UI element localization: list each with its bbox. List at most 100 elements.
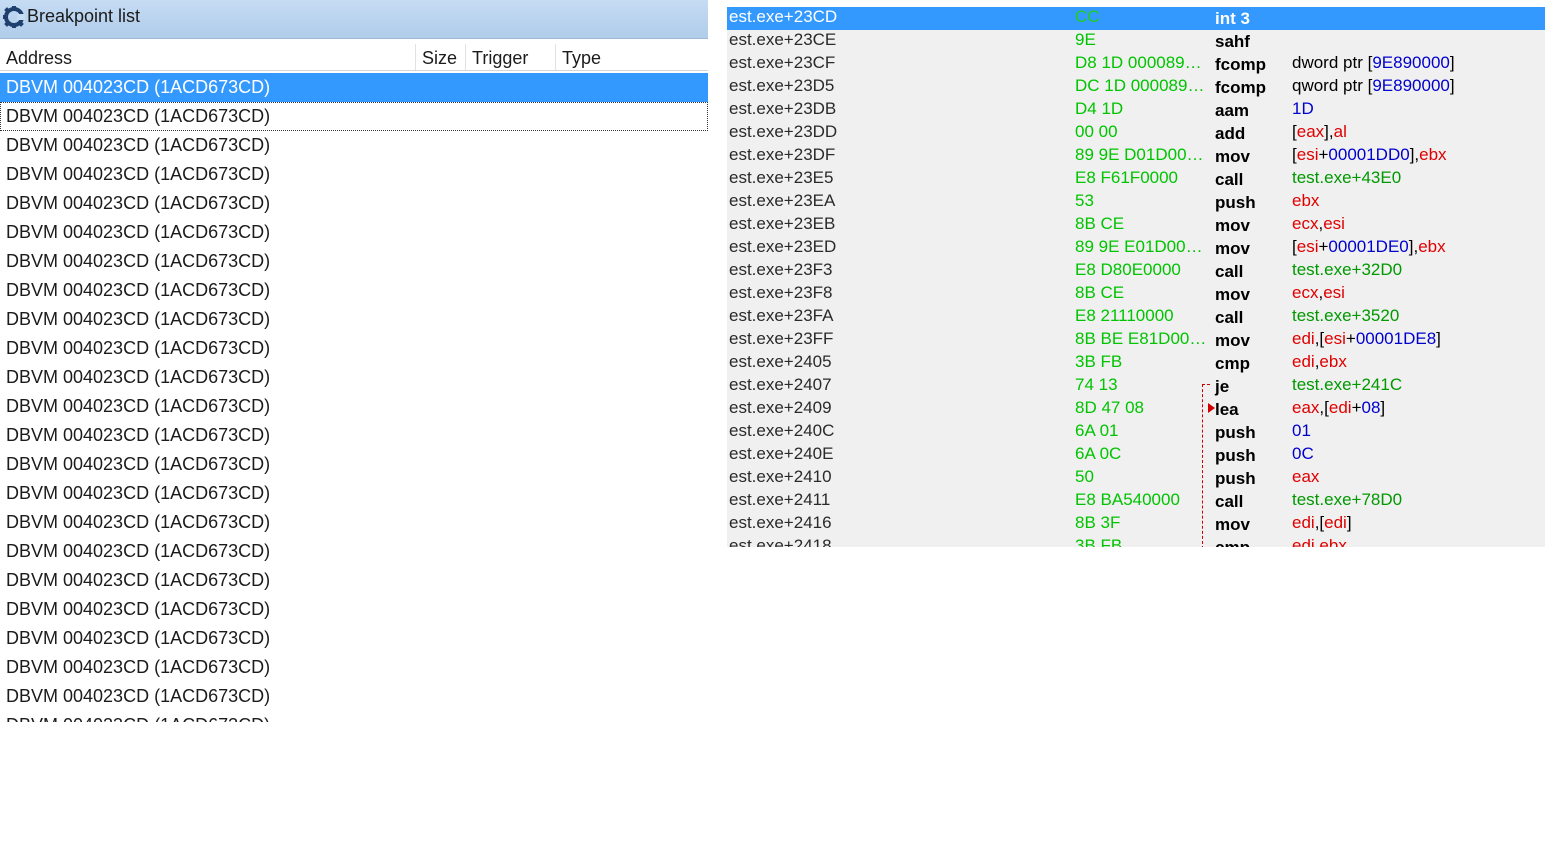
disassembly-row[interactable]: est.exe+23F8 8B CE mov ecx,esi [727,283,1545,306]
breakpoint-row[interactable]: DBVM 004023CD (1ACD673CD) [0,334,708,363]
breakpoint-row[interactable]: DBVM 004023CD (1ACD673CD) [0,73,708,102]
instruction-opcode: int 3 [1215,9,1250,28]
instruction-address: est.exe+23DB [729,99,837,118]
breakpoint-row[interactable]: DBVM 004023CD (1ACD673CD) [0,566,708,595]
operand-token: ebx [1418,237,1446,256]
breakpoint-row[interactable]: DBVM 004023CD (1ACD673CD) [0,450,708,479]
breakpoint-row[interactable]: DBVM 004023CD (1ACD673CD) [0,595,708,624]
column-header-size[interactable]: Size [415,44,465,70]
breakpoint-row[interactable]: DBVM 004023CD (1ACD673CD) [0,160,708,189]
disassembly-row[interactable]: est.exe+2407 74 13 je test.exe+241C [727,375,1545,398]
operand-token: 00001DE8 [1355,329,1437,348]
operand-token: 00001DD0 [1328,145,1410,164]
instruction-opcode: push [1215,423,1256,442]
instruction-address: est.exe+2411 [729,490,831,509]
breakpoint-row[interactable]: DBVM 004023CD (1ACD673CD) [0,421,708,450]
operand-token: qword ptr [1292,76,1368,95]
disassembly-row[interactable]: est.exe+23F3 E8 D80E0000 call test.exe+32D0 [727,260,1545,283]
instruction-operands: edi,ebx [1292,352,1347,372]
operand-token: ] [1436,329,1441,348]
operand-token: 9E890000 [1372,53,1450,72]
operand-token: ecx [1292,214,1319,233]
breakpoint-list-window: Breakpoint list Address Size Trigger Typ… [0,0,708,722]
disassembly-row[interactable]: est.exe+23DD 00 00 add [eax],al [727,122,1545,145]
instruction-opcode: add [1215,124,1246,143]
instruction-address: est.exe+23EA [729,191,836,210]
instruction-address: est.exe+2418 [729,536,832,547]
instruction-opcode: call [1215,170,1244,189]
disassembly-row[interactable]: est.exe+23FA E8 21110000 call test.exe+3520 [727,306,1545,329]
instruction-bytes: CC [1075,7,1100,26]
column-header-address[interactable]: Address [0,44,415,70]
instruction-opcode: cmp [1215,354,1250,373]
instruction-bytes: E8 D80E0000 [1075,260,1181,279]
disassembly-row[interactable]: est.exe+23FF 8B BE E81D00… mov edi,[esi+000… [727,329,1545,352]
column-header-type[interactable]: Type [555,44,708,70]
instruction-opcode: call [1215,308,1244,327]
disassembly-row[interactable]: est.exe+2405 3B FB cmp edi,ebx [727,352,1545,375]
breakpoint-list[interactable]: DBVM 004023CD (1ACD673CD) DBVM 004023CD (… [0,73,708,722]
disassembly-row[interactable]: est.exe+2410 50 push eax [727,467,1545,490]
instruction-bytes: 50 [1075,467,1094,486]
breakpoint-row[interactable]: DBVM 004023CD (1ACD673CD) [0,508,708,537]
jump-arrow-icon [1208,403,1215,413]
disassembly-row[interactable]: est.exe+2411 E8 BA540000 call test.exe+78D0 [727,490,1545,513]
column-header-trigger[interactable]: Trigger [465,44,555,70]
instruction-operands: 01 [1292,421,1311,441]
instruction-address: est.exe+23F8 [729,283,833,302]
breakpoint-row[interactable]: DBVM 004023CD (1ACD673CD) [0,479,708,508]
operand-token: esi [1323,214,1345,233]
disassembly-row[interactable]: est.exe+23EB 8B CE mov ecx,esi [727,214,1545,237]
window-titlebar[interactable]: Breakpoint list [0,0,708,39]
instruction-opcode: mov [1215,239,1250,258]
instruction-opcode: mov [1215,216,1250,235]
disassembly-row[interactable]: est.exe+23CD CC int 3 [727,7,1545,30]
disassembly-row[interactable]: est.exe+2416 8B 3F mov edi,[edi] [727,513,1545,536]
breakpoint-row[interactable]: DBVM 004023CD (1ACD673CD) [0,305,708,334]
operand-token: 0C [1292,444,1314,463]
disassembly-row[interactable]: est.exe+2409 8D 47 08 lea eax,[edi+08] [727,398,1545,421]
disassembly-row[interactable]: est.exe+23E5 E8 F61F0000 call test.exe+43E0 [727,168,1545,191]
operand-token: esi [1324,329,1346,348]
operand-token: test.exe+241C [1292,375,1403,394]
breakpoint-row[interactable]: DBVM 004023CD (1ACD673CD) [0,247,708,276]
breakpoint-row[interactable]: DBVM 004023CD (1ACD673CD) [0,392,708,421]
instruction-address: est.exe+23EB [729,214,836,233]
disassembly-row[interactable]: est.exe+23DB D4 1D aam 1D [727,99,1545,122]
instruction-bytes: 6A 01 [1075,421,1119,440]
instruction-operands: 0C [1292,444,1314,464]
breakpoint-row[interactable]: DBVM 004023CD (1ACD673CD) [0,102,708,131]
breakpoint-row[interactable]: DBVM 004023CD (1ACD673CD) [0,189,708,218]
instruction-opcode: cmp [1215,538,1250,547]
operand-token: ] [1449,53,1455,72]
breakpoint-row[interactable]: DBVM 004023CD (1ACD673CD) [0,131,708,160]
instruction-bytes: 9E [1075,30,1096,49]
instruction-operands: edi,[esi+00001DE8] [1292,329,1441,349]
disassembly-row[interactable]: est.exe+23DF 89 9E D01D00… mov [esi+00001DD… [727,145,1545,168]
disassembly-row[interactable]: est.exe+240C 6A 01 push 01 [727,421,1545,444]
breakpoint-row[interactable]: DBVM 004023CD (1ACD673CD) [0,711,708,722]
breakpoint-row[interactable]: DBVM 004023CD (1ACD673CD) [0,218,708,247]
instruction-operands: test.exe+3520 [1292,306,1399,326]
instruction-operands: [eax],al [1292,122,1347,142]
disassembly-row[interactable]: est.exe+23ED 89 9E E01D00… mov [esi+00001DE… [727,237,1545,260]
operand-token: ] [1346,513,1352,532]
breakpoint-row[interactable]: DBVM 004023CD (1ACD673CD) [0,682,708,711]
breakpoint-row[interactable]: DBVM 004023CD (1ACD673CD) [0,624,708,653]
instruction-address: est.exe+2416 [729,513,832,532]
disassembly-row[interactable]: est.exe+2418 3B FB cmp edi,ebx [727,536,1545,547]
breakpoint-row[interactable]: DBVM 004023CD (1ACD673CD) [0,537,708,566]
disassembly-row[interactable]: est.exe+23D5 DC 1D 000089… fcomp qword ptr … [727,76,1545,99]
disassembly-row[interactable]: est.exe+23EA 53 push ebx [727,191,1545,214]
disassembly-row[interactable]: est.exe+23CF D8 1D 000089… fcomp dword ptr … [727,53,1545,76]
instruction-opcode: aam [1215,101,1250,120]
disassembly-row[interactable]: est.exe+240E 6A 0C push 0C [727,444,1545,467]
disassembler-view[interactable]: est.exe+23CD CC int 3 est.exe+23CE 9E sahf est… [727,7,1545,547]
breakpoint-row[interactable]: DBVM 004023CD (1ACD673CD) [0,363,708,392]
disassembly-row[interactable]: est.exe+23CE 9E sahf [727,30,1545,53]
instruction-bytes: DC 1D 000089… [1075,76,1205,95]
instruction-operands: [esi+00001DD0],ebx [1292,145,1447,165]
breakpoint-row[interactable]: DBVM 004023CD (1ACD673CD) [0,276,708,305]
breakpoint-row[interactable]: DBVM 004023CD (1ACD673CD) [0,653,708,682]
operand-token: 01 [1292,421,1311,440]
